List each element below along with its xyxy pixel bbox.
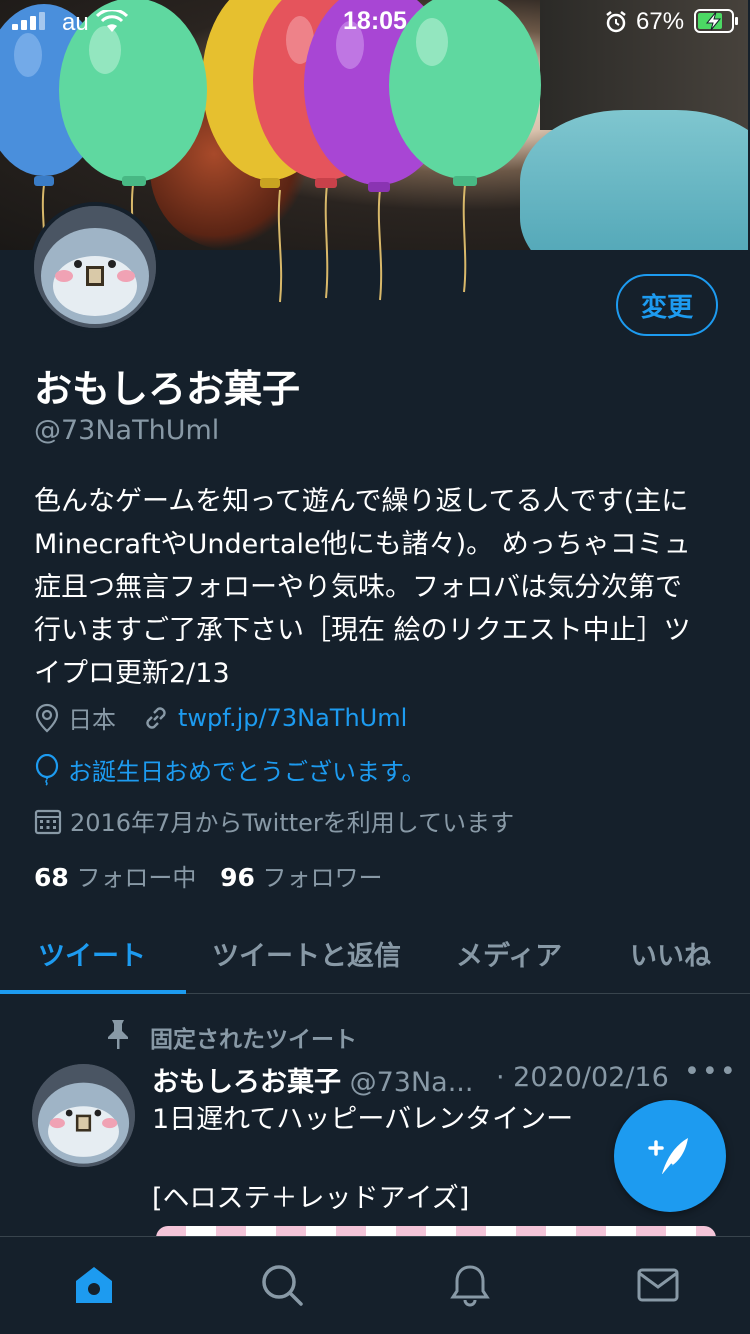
pinned-tweet-label: 固定されたツイート <box>150 1027 357 1053</box>
avatar-image <box>34 206 156 328</box>
compose-tweet-icon <box>648 1138 688 1177</box>
tab-tweets[interactable]: ツイート <box>38 934 146 973</box>
alarm-icon <box>606 11 626 33</box>
tweet-text: 1日遅れてハッピーバレンタインー <box>152 1104 574 1135</box>
bio-line: 色んなゲームを知って遊んで繰り返してる人です(主に <box>34 486 689 517</box>
active-tab-indicator <box>0 990 186 994</box>
edit-profile-button[interactable]: 変更 <box>616 274 718 336</box>
tab-likes[interactable]: いいね <box>630 934 711 973</box>
tweet-header: おもしろお菓子 @73Na... <box>152 1060 473 1099</box>
profile-tabs: ツイート ツイートと返信 メディア いいね <box>0 920 750 994</box>
tweet-text-line2: [ヘロステ＋レッドアイズ] <box>152 1183 470 1214</box>
following-link[interactable]: 68 フォロー中 <box>34 863 204 892</box>
profile-avatar[interactable] <box>30 202 160 332</box>
profile-website-link[interactable]: twpf.jp/73NaThUml <box>178 704 407 732</box>
link-icon <box>146 706 166 729</box>
follow-stats: 68 フォロー中 96 フォロワー <box>34 858 383 893</box>
birthday-message: お誕生日おめでとうございます。 <box>68 758 426 786</box>
home-icon[interactable] <box>72 1263 116 1307</box>
profile-handle: @73NaThUml <box>34 415 220 446</box>
tweet-author-avatar[interactable] <box>32 1064 135 1167</box>
following-count: 68 <box>34 863 69 892</box>
tweet-author-name[interactable]: おもしろお菓子 <box>152 1067 341 1098</box>
profile-screen: au 18:05 67% 変更 おもしろお菓子 @73NaThUml 色んなゲー… <box>0 0 750 1334</box>
mail-icon[interactable] <box>636 1263 680 1307</box>
joined-date: 2016年7月からTwitterを利用しています <box>70 809 515 837</box>
status-bar: au 18:05 67% <box>0 0 750 40</box>
profile-location: 日本 <box>68 706 116 734</box>
tweet-avatar-image <box>32 1064 135 1167</box>
profile-bio: 色んなゲームを知って遊んで繰り返してる人です(主に MinecraftやUnde… <box>34 480 724 695</box>
bottom-tab-bar <box>0 1236 750 1334</box>
battery-percent: 67% <box>636 8 685 35</box>
bio-line: 行いますご了承下さい［現在 絵のリクエスト中止］ツ <box>34 615 691 646</box>
followers-label: フォロワー <box>262 864 383 892</box>
bell-icon[interactable] <box>448 1263 492 1307</box>
birthday-row: お誕生日おめでとうございます。 <box>34 752 426 787</box>
followers-count: 96 <box>220 863 255 892</box>
following-label: フォロー中 <box>76 864 197 892</box>
balloon-icon <box>35 753 59 786</box>
bio-line: MinecraftやUndertale他にも諸々)。 めっちゃコミュ <box>34 529 691 560</box>
tab-tweets-and-replies[interactable]: ツイートと返信 <box>212 934 401 973</box>
pin-icon <box>108 1020 128 1049</box>
joined-row: 2016年7月からTwitterを利用しています <box>34 803 514 838</box>
tweet-author-handle[interactable]: @73Na... <box>350 1067 474 1098</box>
compose-tweet-button[interactable] <box>614 1100 726 1212</box>
tweet-more-button[interactable]: ••• <box>684 1056 738 1087</box>
tab-media[interactable]: メディア <box>456 934 562 973</box>
profile-name: おもしろお菓子 <box>34 367 301 411</box>
search-icon[interactable] <box>260 1263 304 1307</box>
calendar-icon <box>34 809 62 834</box>
followers-link[interactable]: 96 フォロワー <box>220 863 383 892</box>
bio-line: イプロ更新2/13 <box>34 658 230 689</box>
location-pin-icon <box>35 703 59 732</box>
tweet-date: · 2020/02/16 <box>496 1062 669 1093</box>
location-website-row: 日本 twpf.jp/73NaThUml <box>34 700 407 735</box>
battery-charging-icon <box>694 9 738 33</box>
bio-line: 症且つ無言フォローやり気味。フォロバは気分次第で <box>34 572 682 603</box>
